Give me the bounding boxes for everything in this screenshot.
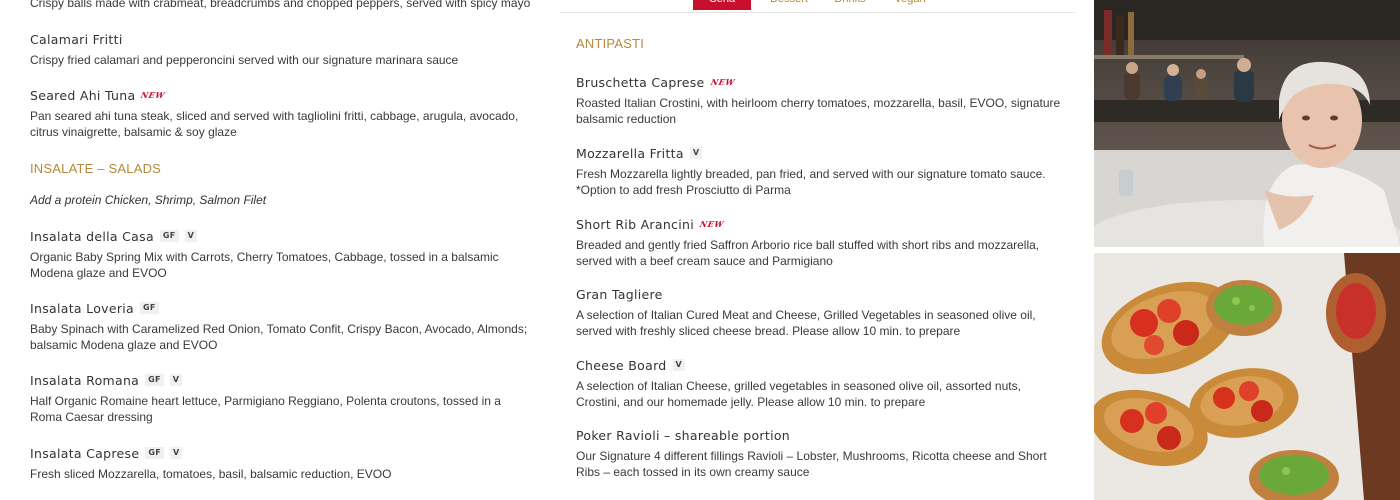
item-name: Cheese Board — [576, 357, 667, 373]
item-name: Insalata della Casa — [30, 228, 154, 244]
menu-item-cheese-board: Cheese Board V A selection of Italian Ch… — [576, 357, 1066, 410]
item-description: Crispy fried calamari and pepperoncini s… — [30, 53, 459, 67]
new-badge-icon: NEW — [140, 90, 167, 100]
menu-item-mozzarella-fritta: Mozzarella Fritta V Fresh Mozzarella lig… — [576, 145, 1066, 198]
item-name: Mozzarella Fritta — [576, 145, 684, 161]
item-name: Insalata Romana — [30, 372, 140, 388]
menu-item-seared-ahi-tuna: Seared Ahi Tuna NEW Pan seared ahi tuna … — [30, 87, 530, 140]
gluten-free-tag: GF — [145, 374, 164, 386]
item-name: Seared Ahi Tuna — [30, 87, 136, 103]
item-description: Breaded and gently fried Saffron Arborio… — [576, 238, 1040, 268]
item-description: Fresh Mozzarella lightly breaded, pan fr… — [576, 167, 1046, 197]
item-name: Insalata Loveria — [30, 300, 135, 316]
item-description: Roasted Italian Crostini, with heirloom … — [576, 96, 1061, 126]
vegetarian-tag: V — [184, 230, 198, 242]
menu-item-insalata-della-casa: Insalata della Casa GF V Organic Baby Sp… — [30, 228, 530, 281]
menu-item-insalata-romana: Insalata Romana GF V Half Organic Romain… — [30, 372, 530, 425]
item-name: Bruschetta Caprese — [576, 74, 705, 90]
gluten-free-tag: GF — [159, 230, 179, 242]
menu-item-short-rib-arancini: Short Rib Arancini NEW Breaded and gentl… — [576, 216, 1066, 269]
new-badge-icon: NEW — [709, 77, 736, 87]
tab-drinks[interactable]: Drinks — [825, 0, 875, 10]
item-name: Poker Ravioli – shareable portion — [576, 427, 791, 443]
item-description: A selection of Italian Cured Meat and Ch… — [576, 308, 1036, 338]
tab-vegan[interactable]: Vegan — [885, 0, 935, 10]
item-description: Crispy balls made with crabmeat, breadcr… — [30, 0, 531, 10]
vegetarian-tag: V — [689, 147, 703, 159]
photo-gallery — [1094, 0, 1400, 500]
item-description: Fresh sliced Mozzarella, tomatoes, basil… — [30, 467, 392, 481]
menu-item-gran-tagliere: Gran Tagliere A selection of Italian Cur… — [576, 286, 1066, 339]
item-description: A selection of Italian Cheese, grilled v… — [576, 379, 1021, 409]
gluten-free-tag: GF — [140, 302, 159, 314]
item-name: Insalata Caprese — [30, 445, 140, 461]
section-title-antipasti: ANTIPASTI — [576, 36, 645, 51]
tab-cena[interactable]: Cena — [693, 0, 751, 10]
item-description: Baby Spinach with Caramelized Red Onion,… — [30, 322, 528, 352]
menu-item-calamari-fritti: Calamari Fritti Crispy fried calamari an… — [30, 31, 530, 68]
item-name: Calamari Fritti — [30, 31, 123, 47]
menu-left-column: Crispy balls made with crabmeat, breadcr… — [0, 0, 540, 500]
item-description: Our Signature 4 different fillings Ravio… — [576, 449, 1047, 479]
bruschetta-dish-photo[interactable] — [1094, 253, 1400, 500]
vegetarian-tag: V — [169, 447, 183, 459]
menu-item-bruschetta-caprese: Bruschetta Caprese NEW Roasted Italian C… — [576, 74, 1066, 127]
section-title-salads: INSALATE – SALADS — [30, 161, 162, 176]
menu-item-insalata-loveria: Insalata Loveria GF Baby Spinach with Ca… — [30, 300, 530, 353]
item-description: Pan seared ahi tuna steak, sliced and se… — [30, 109, 519, 139]
item-name: Short Rib Arancini — [576, 216, 694, 232]
restaurant-guest-photo[interactable] — [1094, 0, 1400, 247]
menu-item-poker-ravioli: Poker Ravioli – shareable portion Our Si… — [576, 427, 1066, 480]
item-description: Organic Baby Spring Mix with Carrots, Ch… — [30, 250, 499, 280]
new-badge-icon: NEW — [698, 219, 725, 229]
item-name: Gran Tagliere — [576, 286, 663, 302]
menu-item-insalata-caprese: Insalata Caprese GF V Fresh sliced Mozza… — [30, 445, 530, 482]
protein-note: Add a protein Chicken, Shrimp, Salmon Fi… — [30, 193, 267, 207]
menu-tabs: Cena Dessert Drinks Vegan — [560, 0, 1076, 13]
gluten-free-tag: GF — [145, 447, 164, 459]
vegetarian-tag: V — [169, 374, 183, 386]
tab-dessert[interactable]: Dessert — [760, 0, 818, 10]
vegetarian-tag: V — [672, 359, 686, 371]
menu-right-column: Cena Dessert Drinks Vegan ANTIPASTI Brus… — [560, 0, 1076, 500]
item-description: Half Organic Romaine heart lettuce, Parm… — [30, 394, 501, 424]
